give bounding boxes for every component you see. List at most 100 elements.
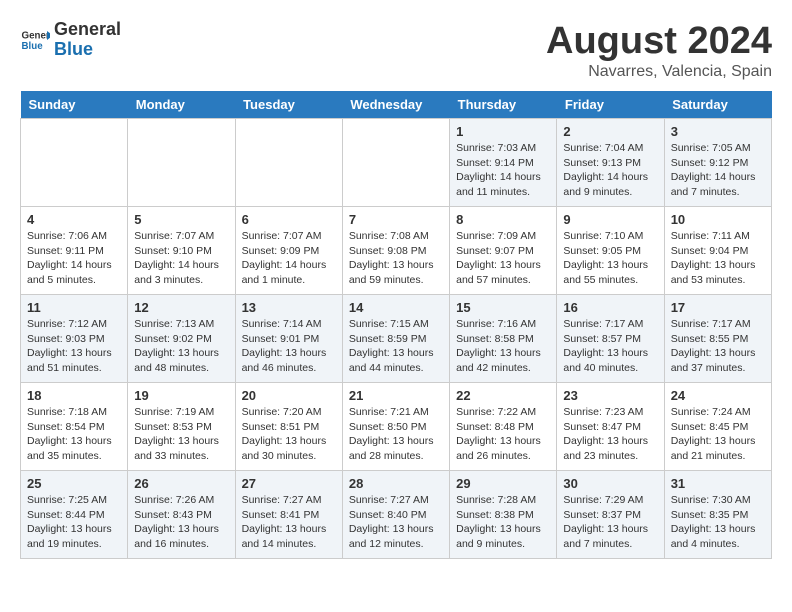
day-number: 5 xyxy=(134,212,228,227)
day-info: Sunrise: 7:19 AMSunset: 8:53 PMDaylight:… xyxy=(134,405,228,464)
header-day-sunday: Sunday xyxy=(21,91,128,119)
header-day-wednesday: Wednesday xyxy=(342,91,449,119)
day-info: Sunrise: 7:03 AMSunset: 9:14 PMDaylight:… xyxy=(456,141,550,200)
calendar-cell: 10 Sunrise: 7:11 AMSunset: 9:04 PMDayligh… xyxy=(664,207,771,295)
day-number: 22 xyxy=(456,388,550,403)
calendar-cell: 22 Sunrise: 7:22 AMSunset: 8:48 PMDayligh… xyxy=(450,383,557,471)
calendar-cell: 31 Sunrise: 7:30 AMSunset: 8:35 PMDayligh… xyxy=(664,471,771,559)
day-number: 29 xyxy=(456,476,550,491)
header-day-friday: Friday xyxy=(557,91,664,119)
day-number: 26 xyxy=(134,476,228,491)
day-info: Sunrise: 7:23 AMSunset: 8:47 PMDaylight:… xyxy=(563,405,657,464)
day-info: Sunrise: 7:07 AMSunset: 9:09 PMDaylight:… xyxy=(242,229,336,288)
day-info: Sunrise: 7:12 AMSunset: 9:03 PMDaylight:… xyxy=(27,317,121,376)
day-number: 14 xyxy=(349,300,443,315)
day-number: 25 xyxy=(27,476,121,491)
day-number: 20 xyxy=(242,388,336,403)
calendar-cell xyxy=(21,119,128,207)
day-info: Sunrise: 7:27 AMSunset: 8:40 PMDaylight:… xyxy=(349,493,443,552)
calendar-cell xyxy=(342,119,449,207)
calendar-header: SundayMondayTuesdayWednesdayThursdayFrid… xyxy=(21,91,772,119)
day-number: 21 xyxy=(349,388,443,403)
day-number: 11 xyxy=(27,300,121,315)
calendar-cell: 28 Sunrise: 7:27 AMSunset: 8:40 PMDayligh… xyxy=(342,471,449,559)
calendar-cell: 5 Sunrise: 7:07 AMSunset: 9:10 PMDaylight… xyxy=(128,207,235,295)
calendar-cell: 2 Sunrise: 7:04 AMSunset: 9:13 PMDaylight… xyxy=(557,119,664,207)
week-row-2: 4 Sunrise: 7:06 AMSunset: 9:11 PMDaylight… xyxy=(21,207,772,295)
day-info: Sunrise: 7:17 AMSunset: 8:57 PMDaylight:… xyxy=(563,317,657,376)
day-info: Sunrise: 7:22 AMSunset: 8:48 PMDaylight:… xyxy=(456,405,550,464)
header-day-thursday: Thursday xyxy=(450,91,557,119)
calendar-cell: 25 Sunrise: 7:25 AMSunset: 8:44 PMDayligh… xyxy=(21,471,128,559)
svg-text:Blue: Blue xyxy=(22,41,44,52)
calendar-cell: 6Sunrise: 7:07 AMSunset: 9:09 PMDaylight… xyxy=(235,207,342,295)
week-row-4: 18Sunrise: 7:18 AMSunset: 8:54 PMDayligh… xyxy=(21,383,772,471)
calendar-cell: 13 Sunrise: 7:14 AMSunset: 9:01 PMDayligh… xyxy=(235,295,342,383)
calendar-cell: 23Sunrise: 7:23 AMSunset: 8:47 PMDayligh… xyxy=(557,383,664,471)
day-info: Sunrise: 7:04 AMSunset: 9:13 PMDaylight:… xyxy=(563,141,657,200)
day-info: Sunrise: 7:27 AMSunset: 8:41 PMDaylight:… xyxy=(242,493,336,552)
day-number: 10 xyxy=(671,212,765,227)
day-number: 31 xyxy=(671,476,765,491)
day-info: Sunrise: 7:06 AMSunset: 9:11 PMDaylight:… xyxy=(27,229,121,288)
day-number: 30 xyxy=(563,476,657,491)
day-info: Sunrise: 7:05 AMSunset: 9:12 PMDaylight:… xyxy=(671,141,765,200)
day-number: 1 xyxy=(456,124,550,139)
logo-general-text: General xyxy=(54,20,121,40)
calendar-table: SundayMondayTuesdayWednesdayThursdayFrid… xyxy=(20,91,772,559)
day-info: Sunrise: 7:07 AMSunset: 9:10 PMDaylight:… xyxy=(134,229,228,288)
day-info: Sunrise: 7:10 AMSunset: 9:05 PMDaylight:… xyxy=(563,229,657,288)
calendar-cell: 7 Sunrise: 7:08 AMSunset: 9:08 PMDaylight… xyxy=(342,207,449,295)
day-info: Sunrise: 7:28 AMSunset: 8:38 PMDaylight:… xyxy=(456,493,550,552)
day-info: Sunrise: 7:30 AMSunset: 8:35 PMDaylight:… xyxy=(671,493,765,552)
day-number: 17 xyxy=(671,300,765,315)
day-number: 18 xyxy=(27,388,121,403)
day-info: Sunrise: 7:21 AMSunset: 8:50 PMDaylight:… xyxy=(349,405,443,464)
logo-text: General Blue xyxy=(54,20,121,60)
calendar-cell: 11 Sunrise: 7:12 AMSunset: 9:03 PMDayligh… xyxy=(21,295,128,383)
day-number: 7 xyxy=(349,212,443,227)
calendar-cell xyxy=(128,119,235,207)
header-day-tuesday: Tuesday xyxy=(235,91,342,119)
day-number: 8 xyxy=(456,212,550,227)
day-number: 2 xyxy=(563,124,657,139)
logo-blue-text: Blue xyxy=(54,40,121,60)
calendar-cell: 30 Sunrise: 7:29 AMSunset: 8:37 PMDayligh… xyxy=(557,471,664,559)
day-info: Sunrise: 7:20 AMSunset: 8:51 PMDaylight:… xyxy=(242,405,336,464)
header-day-monday: Monday xyxy=(128,91,235,119)
calendar-cell: 9 Sunrise: 7:10 AMSunset: 9:05 PMDaylight… xyxy=(557,207,664,295)
day-info: Sunrise: 7:11 AMSunset: 9:04 PMDaylight:… xyxy=(671,229,765,288)
month-title: August 2024 xyxy=(546,20,772,63)
day-info: Sunrise: 7:29 AMSunset: 8:37 PMDaylight:… xyxy=(563,493,657,552)
calendar-cell: 16 Sunrise: 7:17 AMSunset: 8:57 PMDayligh… xyxy=(557,295,664,383)
day-info: Sunrise: 7:24 AMSunset: 8:45 PMDaylight:… xyxy=(671,405,765,464)
svg-text:General: General xyxy=(22,30,51,41)
day-number: 3 xyxy=(671,124,765,139)
calendar-cell: 17Sunrise: 7:17 AMSunset: 8:55 PMDayligh… xyxy=(664,295,771,383)
day-info: Sunrise: 7:25 AMSunset: 8:44 PMDaylight:… xyxy=(27,493,121,552)
day-info: Sunrise: 7:26 AMSunset: 8:43 PMDaylight:… xyxy=(134,493,228,552)
day-number: 13 xyxy=(242,300,336,315)
header: General Blue General Blue August 2024 Na… xyxy=(20,20,772,81)
calendar-cell: 26 Sunrise: 7:26 AMSunset: 8:43 PMDayligh… xyxy=(128,471,235,559)
day-number: 9 xyxy=(563,212,657,227)
header-row: SundayMondayTuesdayWednesdayThursdayFrid… xyxy=(21,91,772,119)
calendar-cell: 18Sunrise: 7:18 AMSunset: 8:54 PMDayligh… xyxy=(21,383,128,471)
day-number: 19 xyxy=(134,388,228,403)
calendar-cell: 21 Sunrise: 7:21 AMSunset: 8:50 PMDayligh… xyxy=(342,383,449,471)
calendar-cell: 4 Sunrise: 7:06 AMSunset: 9:11 PMDaylight… xyxy=(21,207,128,295)
day-number: 16 xyxy=(563,300,657,315)
calendar-cell: 19 Sunrise: 7:19 AMSunset: 8:53 PMDayligh… xyxy=(128,383,235,471)
day-number: 4 xyxy=(27,212,121,227)
day-number: 28 xyxy=(349,476,443,491)
title-area: August 2024 Navarres, Valencia, Spain xyxy=(546,20,772,81)
calendar-cell: 1 Sunrise: 7:03 AMSunset: 9:14 PMDaylight… xyxy=(450,119,557,207)
week-row-1: 1 Sunrise: 7:03 AMSunset: 9:14 PMDaylight… xyxy=(21,119,772,207)
day-info: Sunrise: 7:08 AMSunset: 9:08 PMDaylight:… xyxy=(349,229,443,288)
calendar-cell: 14Sunrise: 7:15 AMSunset: 8:59 PMDayligh… xyxy=(342,295,449,383)
calendar-cell: 20 Sunrise: 7:20 AMSunset: 8:51 PMDayligh… xyxy=(235,383,342,471)
calendar-cell: 3 Sunrise: 7:05 AMSunset: 9:12 PMDaylight… xyxy=(664,119,771,207)
day-info: Sunrise: 7:13 AMSunset: 9:02 PMDaylight:… xyxy=(134,317,228,376)
day-info: Sunrise: 7:14 AMSunset: 9:01 PMDaylight:… xyxy=(242,317,336,376)
calendar-cell: 27Sunrise: 7:27 AMSunset: 8:41 PMDayligh… xyxy=(235,471,342,559)
